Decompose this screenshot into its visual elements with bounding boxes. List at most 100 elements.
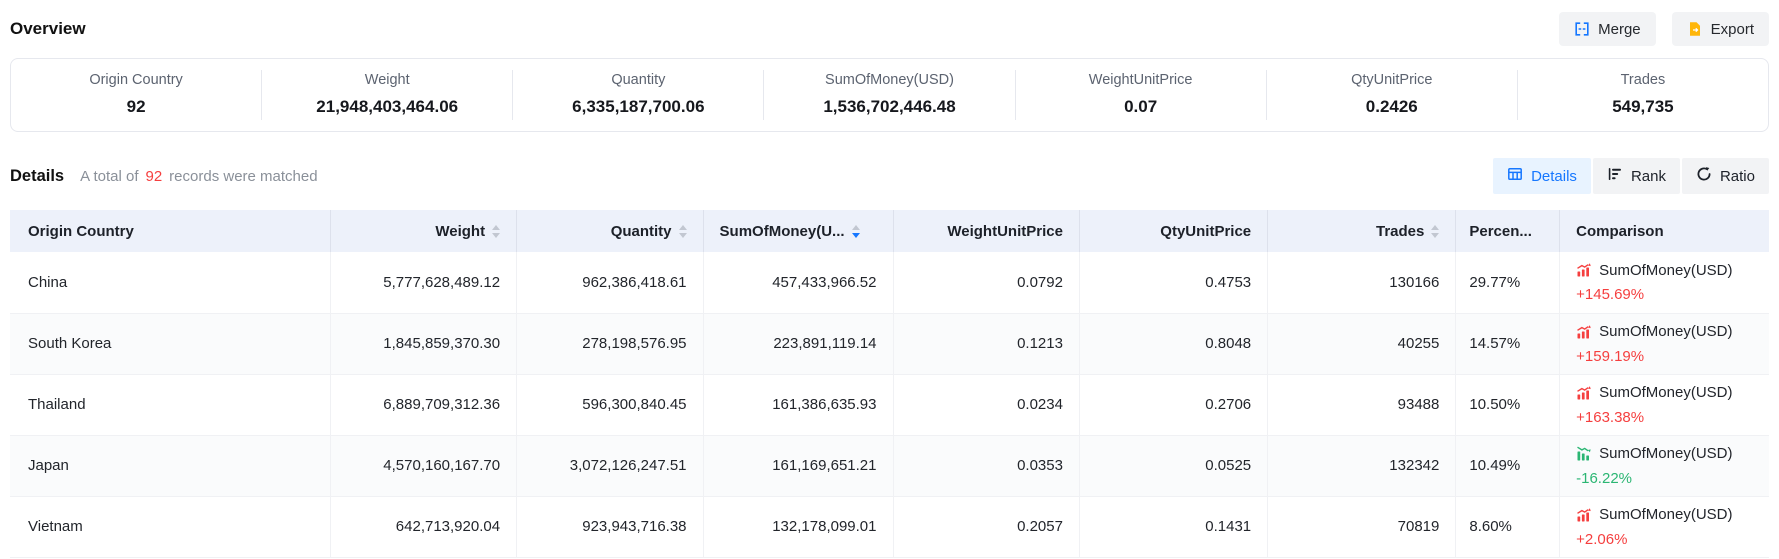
tab-details[interactable]: Details — [1493, 158, 1591, 194]
cell-percent: 10.50% — [1456, 374, 1560, 435]
cell-percent: 29.77% — [1456, 252, 1560, 313]
cell-qty-unit-price: 0.8048 — [1079, 313, 1267, 374]
stat-trades: Trades 549,735 — [1517, 70, 1768, 120]
details-bar: Details A total of92records were matched… — [10, 158, 1769, 194]
comparison-change: +159.19% — [1576, 349, 1753, 364]
stat-origin-country: Origin Country 92 — [11, 70, 261, 120]
table-header-row: Origin Country Weight Quantity SumOfMone… — [10, 210, 1769, 252]
comparison-change: +2.06% — [1576, 532, 1753, 547]
overview-stats-panel: Origin Country 92 Weight 21,948,403,464.… — [10, 58, 1769, 132]
tab-rank-label: Rank — [1631, 168, 1666, 185]
merge-icon — [1574, 21, 1590, 37]
table-row[interactable]: South Korea 1,845,859,370.30 278,198,576… — [10, 313, 1769, 374]
ratio-cycle-icon — [1696, 166, 1712, 186]
tab-ratio[interactable]: Ratio — [1682, 158, 1769, 194]
rank-bars-icon — [1607, 166, 1623, 186]
comparison-metric: SumOfMoney(USD) — [1599, 263, 1732, 278]
top-bar: Overview Merge Export — [10, 0, 1769, 54]
cell-percent: 14.57% — [1456, 313, 1560, 374]
comparison-change: -16.22% — [1576, 471, 1753, 486]
col-label: Origin Country — [28, 223, 134, 240]
cell-weight: 642,713,920.04 — [330, 496, 516, 557]
col-header-trades[interactable]: Trades — [1268, 210, 1456, 252]
comparison-change: +145.69% — [1576, 287, 1753, 302]
cell-quantity: 3,072,126,247.51 — [517, 435, 703, 496]
stat-sum-of-money: SumOfMoney(USD) 1,536,702,446.48 — [763, 70, 1014, 120]
col-header-quantity[interactable]: Quantity — [517, 210, 703, 252]
cell-sum-of-money: 161,386,635.93 — [703, 374, 893, 435]
col-header-origin-country: Origin Country — [10, 210, 330, 252]
stat-value: 21,948,403,464.06 — [316, 97, 458, 117]
details-heading: Details A total of92records were matched — [10, 167, 318, 186]
table-row[interactable]: Vietnam 642,713,920.04 923,943,716.38 13… — [10, 496, 1769, 557]
cell-comparison: SumOfMoney(USD) +145.69% — [1560, 252, 1769, 313]
cell-country: Japan — [10, 435, 330, 496]
cell-sum-of-money: 457,433,966.52 — [703, 252, 893, 313]
comparison-change: +163.38% — [1576, 410, 1753, 425]
table-row[interactable]: China 5,777,628,489.12 962,386,418.61 45… — [10, 252, 1769, 313]
cell-quantity: 596,300,840.45 — [517, 374, 703, 435]
comparison-metric: SumOfMoney(USD) — [1599, 385, 1732, 400]
export-button[interactable]: Export — [1672, 12, 1769, 46]
comparison-metric: SumOfMoney(USD) — [1599, 324, 1732, 339]
cell-weight: 6,889,709,312.36 — [330, 374, 516, 435]
stat-label: Weight — [365, 72, 410, 88]
cell-comparison: SumOfMoney(USD) +2.06% — [1560, 496, 1769, 557]
tab-rank[interactable]: Rank — [1593, 158, 1680, 194]
col-label: Trades — [1376, 223, 1424, 240]
cell-weight: 1,845,859,370.30 — [330, 313, 516, 374]
summary-prefix: A total of — [80, 168, 138, 185]
cell-weight-unit-price: 0.0353 — [893, 435, 1079, 496]
trend-up-chart-icon — [1576, 507, 1592, 523]
record-count: 92 — [145, 168, 162, 185]
cell-sum-of-money: 132,178,099.01 — [703, 496, 893, 557]
col-header-weight[interactable]: Weight — [330, 210, 516, 252]
cell-trades: 40255 — [1268, 313, 1456, 374]
cell-qty-unit-price: 0.4753 — [1079, 252, 1267, 313]
cell-sum-of-money: 223,891,119.14 — [703, 313, 893, 374]
cell-quantity: 923,943,716.38 — [517, 496, 703, 557]
table-row[interactable]: Japan 4,570,160,167.70 3,072,126,247.51 … — [10, 435, 1769, 496]
merge-button-label: Merge — [1598, 21, 1641, 38]
stat-label: WeightUnitPrice — [1089, 72, 1193, 88]
comparison-metric: SumOfMoney(USD) — [1599, 507, 1732, 522]
table-grid-icon — [1507, 166, 1523, 186]
cell-country: Thailand — [10, 374, 330, 435]
cell-country: Vietnam — [10, 496, 330, 557]
stat-value: 0.07 — [1124, 97, 1157, 117]
cell-country: South Korea — [10, 313, 330, 374]
stat-label: SumOfMoney(USD) — [825, 72, 954, 88]
col-label: Quantity — [611, 223, 672, 240]
col-header-comparison: Comparison — [1560, 210, 1769, 252]
stat-label: Trades — [1621, 72, 1666, 88]
cell-trades: 132342 — [1268, 435, 1456, 496]
col-header-percent: Percen... — [1456, 210, 1560, 252]
stat-qty-unit-price: QtyUnitPrice 0.2426 — [1266, 70, 1517, 120]
col-header-qty-unit-price: QtyUnitPrice — [1079, 210, 1267, 252]
trend-up-chart-icon — [1576, 262, 1592, 278]
col-header-weight-unit-price: WeightUnitPrice — [893, 210, 1079, 252]
trend-up-chart-icon — [1576, 324, 1592, 340]
stat-label: QtyUnitPrice — [1351, 72, 1432, 88]
details-title: Details — [10, 167, 64, 186]
cell-qty-unit-price: 0.2706 — [1079, 374, 1267, 435]
stat-weight-unit-price: WeightUnitPrice 0.07 — [1015, 70, 1266, 120]
col-label: Weight — [435, 223, 485, 240]
col-header-sum-of-money[interactable]: SumOfMoney(U... — [703, 210, 893, 252]
stat-value: 0.2426 — [1366, 97, 1418, 117]
trend-down-chart-icon — [1576, 446, 1592, 462]
stat-quantity: Quantity 6,335,187,700.06 — [512, 70, 763, 120]
table-row[interactable]: Thailand 6,889,709,312.36 596,300,840.45… — [10, 374, 1769, 435]
merge-button[interactable]: Merge — [1559, 12, 1656, 46]
cell-weight-unit-price: 0.2057 — [893, 496, 1079, 557]
page-title: Overview — [10, 19, 86, 39]
cell-comparison: SumOfMoney(USD) +159.19% — [1560, 313, 1769, 374]
cell-weight-unit-price: 0.1213 — [893, 313, 1079, 374]
cell-comparison: SumOfMoney(USD) -16.22% — [1560, 435, 1769, 496]
sort-caret — [492, 225, 500, 238]
stat-value: 549,735 — [1612, 97, 1673, 117]
trend-up-chart-icon — [1576, 385, 1592, 401]
cell-quantity: 278,198,576.95 — [517, 313, 703, 374]
stat-value: 6,335,187,700.06 — [572, 97, 704, 117]
stat-weight: Weight 21,948,403,464.06 — [261, 70, 512, 120]
